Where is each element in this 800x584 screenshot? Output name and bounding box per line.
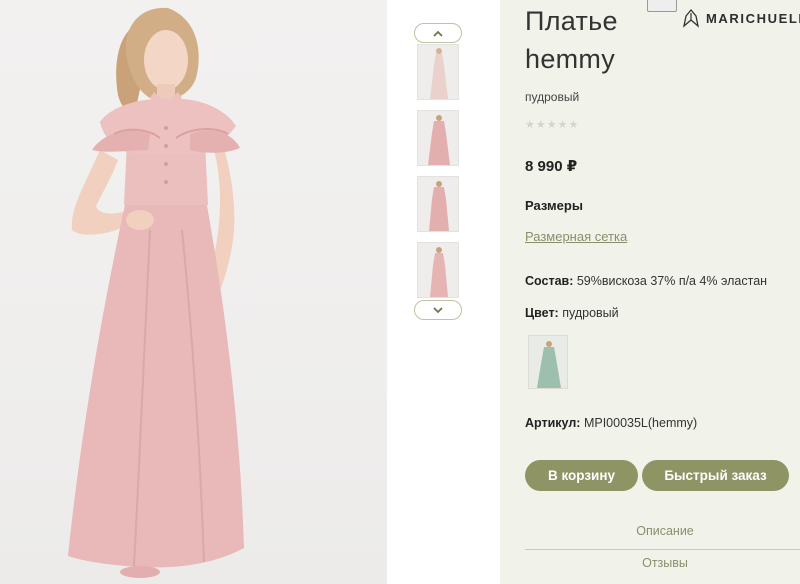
product-price: 8 990 ₽ — [525, 158, 578, 175]
thumbnails-up-button[interactable] — [414, 23, 462, 43]
size-chart-link[interactable]: Размерная сетка — [525, 229, 627, 244]
composition-label: Состав: — [525, 274, 574, 288]
popup-fragment — [647, 0, 677, 12]
product-info-panel: Платье hemmy MARICHUELL пудровый ★★★★★ 8… — [500, 0, 800, 584]
chevron-up-icon — [433, 30, 443, 37]
thumbnail-4[interactable] — [417, 242, 459, 298]
color-swatch-thumbnail[interactable] — [528, 335, 568, 389]
tab-divider — [525, 549, 800, 550]
main-product-photo[interactable] — [0, 0, 387, 584]
tab-description[interactable]: Описание — [525, 524, 800, 538]
color-value: пудровый — [562, 306, 619, 320]
color-label: Цвет: — [525, 306, 559, 320]
brand-name[interactable]: MARICHUELL — [706, 11, 800, 26]
sizes-heading: Размеры — [525, 198, 583, 213]
tab-reviews[interactable]: Отзывы — [525, 556, 800, 570]
chevron-down-icon — [433, 306, 443, 313]
product-title-line1: Платье — [525, 6, 618, 36]
brand-logo-icon[interactable] — [682, 8, 700, 30]
composition-value: 59%вискоза 37% п/а 4% эластан — [576, 274, 768, 288]
thumbnail-strip — [400, 0, 475, 584]
thumbnail-3[interactable] — [417, 176, 459, 232]
product-color-subtitle: пудровый — [525, 90, 580, 104]
rating-stars[interactable]: ★★★★★ — [525, 118, 579, 131]
quick-order-button[interactable]: Быстрый заказ — [642, 460, 789, 491]
article-value: MPI00035L(hemmy) — [583, 416, 698, 430]
add-to-cart-button[interactable]: В корзину — [525, 460, 638, 491]
article-label: Артикул: — [525, 416, 581, 430]
composition-row: Состав: 59%вискоза 37% п/а 4% эластан — [525, 274, 767, 288]
color-row: Цвет: пудровый — [525, 306, 619, 320]
dress-photo-image — [68, 7, 244, 578]
thumbnail-2[interactable] — [417, 110, 459, 166]
article-row: Артикул: MPI00035L(hemmy) — [525, 416, 697, 430]
product-title: Платье hemmy — [525, 2, 618, 78]
product-title-line2: hemmy — [525, 44, 616, 74]
thumbnails-down-button[interactable] — [414, 300, 462, 320]
thumbnail-1[interactable] — [417, 44, 459, 100]
